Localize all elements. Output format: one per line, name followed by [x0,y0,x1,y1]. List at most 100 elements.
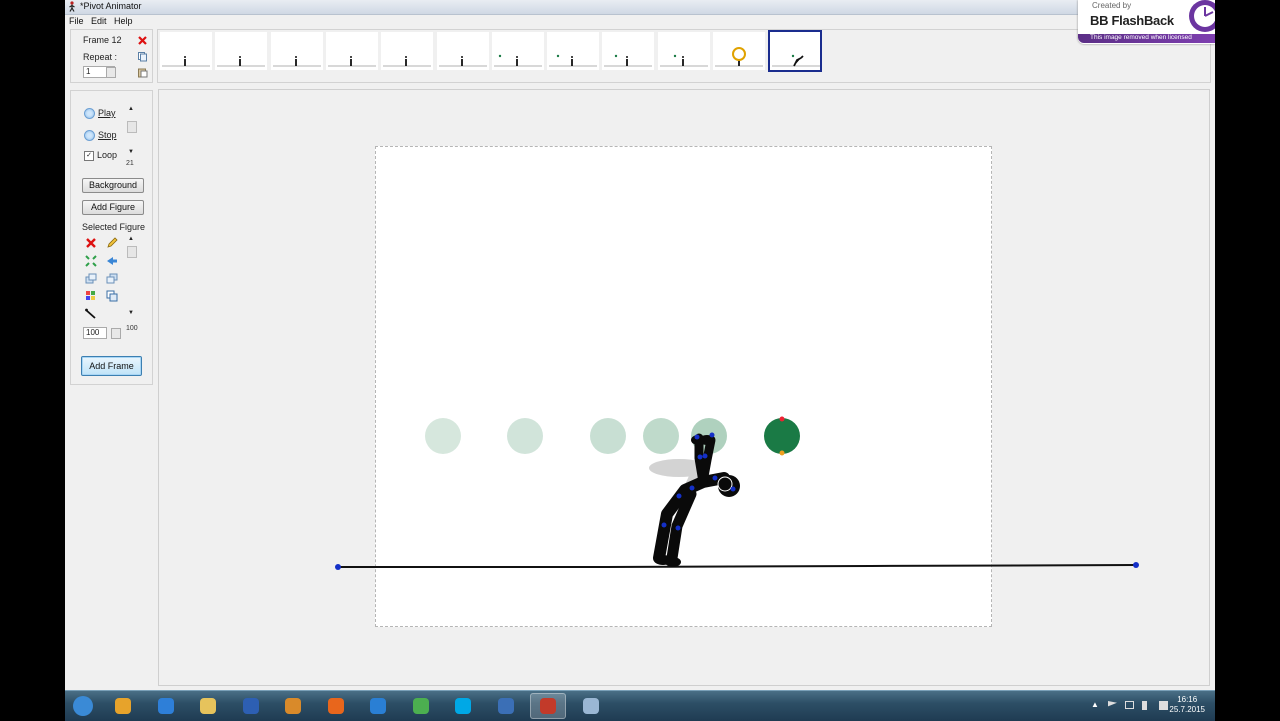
send-back-icon[interactable] [106,273,118,285]
frame-preview [549,54,598,67]
frame-thumbnail-4[interactable] [325,32,378,70]
scene-layer [335,416,1139,570]
chevron-up-icon: ▲ [128,236,134,242]
onion-ball-2 [507,418,543,454]
windows-flag-icon[interactable] [1159,701,1168,710]
frame-preview [659,54,708,67]
watermark-badge: Created by BB FlashBack This image remov… [1078,0,1215,44]
frame-thumbnail-5[interactable] [381,32,434,70]
taskbar-internet-explorer-button[interactable] [360,693,396,719]
taskbar-network-button[interactable] [488,693,524,719]
media-player-icon [115,698,131,714]
ground-line-figure[interactable] [335,562,1139,570]
chevron-down-icon: ▼ [128,310,134,316]
taskbar-explorer-button[interactable] [190,693,226,719]
menu-edit[interactable]: Edit [91,16,107,26]
cat-icon [285,698,301,714]
taskbar: ▲ 16:16 25.7.2015 [65,690,1215,721]
word-icon [242,698,259,714]
frame-thumbnail-12[interactable] [768,30,823,72]
duplicate-icon[interactable] [106,290,118,302]
size-stepper[interactable] [111,328,121,339]
checkbox-icon: ✓ [84,150,94,161]
explorer-icon [200,698,216,714]
pencil-icon[interactable] [106,237,118,249]
taskbar-firefox-button[interactable] [318,693,354,719]
taskbar-media-player-button[interactable] [105,693,141,719]
speed-slider[interactable]: ▲ ▼ [126,106,137,164]
delete-icon[interactable] [85,237,97,249]
menu-help[interactable]: Help [114,16,133,26]
taskbar-word-button[interactable] [233,693,269,719]
size-input[interactable]: 100 [83,327,107,339]
bring-front-icon[interactable] [85,273,97,285]
repeat-stepper[interactable] [106,67,116,78]
close-icon[interactable] [137,35,148,46]
pivot-animator-window: *Pivot Animator File Edit Help Frame 12 … [65,0,1215,690]
flip-icon[interactable] [106,255,118,267]
clock[interactable]: 16:16 25.7.2015 [1169,695,1205,715]
ground-right-handle[interactable] [1133,562,1139,568]
onion-ball-4 [643,418,679,454]
chevron-up-icon: ▲ [128,106,134,112]
paste-icon[interactable] [137,67,148,78]
network-icon[interactable] [1125,701,1134,709]
copy-icon[interactable] [137,51,148,62]
background-button[interactable]: Background [82,178,144,193]
add-figure-button[interactable]: Add Figure [82,200,144,215]
ball-root-handle[interactable] [779,416,785,422]
frame-thumbnail-10[interactable] [657,32,710,70]
ball-figure[interactable] [764,416,800,456]
frame-thumbnail-6[interactable] [436,32,489,70]
menu-bar: File Edit Help [65,15,1215,28]
frame-thumbnail-1[interactable] [160,32,212,70]
taskbar-start-button[interactable] [65,693,101,719]
frame-thumbnail-11[interactable] [713,32,765,70]
add-frame-button[interactable]: Add Frame [81,356,142,376]
stop-label: Stop [98,130,117,140]
ball-joint-handle[interactable] [779,450,785,456]
menu-file[interactable]: File [69,16,84,26]
taskbar-cat-button[interactable] [275,693,311,719]
stop-radio-icon [84,130,95,142]
play-button[interactable]: Play [84,108,116,120]
play-label: Play [98,108,116,118]
taskbar-shield-button[interactable] [148,693,184,719]
loop-label: Loop [97,150,118,160]
line-tool-icon[interactable] [85,308,97,320]
pivot-icon [540,698,556,714]
loop-checkbox[interactable]: ✓ Loop [84,150,117,161]
frame-thumbnail-2[interactable] [215,32,268,70]
clock-time: 16:16 [1177,695,1198,704]
frame-thumbnail-8[interactable] [547,32,600,70]
center-icon[interactable] [85,255,97,267]
frame-thumbnail-7[interactable] [491,32,544,70]
stop-button[interactable]: Stop [84,130,117,142]
tray-expand-icon[interactable]: ▲ [1091,700,1099,709]
taskbar-pivot-button[interactable] [530,693,566,719]
frame-thumbnail-3[interactable] [270,32,323,70]
ground-left-handle[interactable] [335,564,341,570]
network-icon [497,698,514,714]
frame-preview [604,54,653,67]
window-title: *Pivot Animator [80,1,142,11]
workspace [158,89,1210,686]
taskbar-window-button[interactable] [573,693,609,719]
size-slider[interactable]: ▲ ▼ [126,236,137,320]
firefox-icon [327,698,344,714]
color-icon[interactable] [85,290,97,302]
chrome-icon [412,698,429,714]
flag-icon[interactable] [1108,701,1117,707]
taskbar-skype-button[interactable] [445,693,481,719]
brand-name: BB FlashBack [1090,13,1174,28]
system-tray: ▲ 16:16 25.7.2015 [1075,691,1215,721]
speed-slider-thumb[interactable] [127,121,137,133]
license-notice: This image removed when licensed [1090,34,1192,41]
taskbar-chrome-button[interactable] [403,693,439,719]
frame-preview [272,56,321,67]
size-slider-thumb[interactable] [127,246,137,258]
frame-thumbnail-9[interactable] [602,32,655,70]
size-slider-value: 100 [126,325,138,332]
ball[interactable] [764,418,800,454]
volume-icon[interactable] [1142,701,1147,710]
